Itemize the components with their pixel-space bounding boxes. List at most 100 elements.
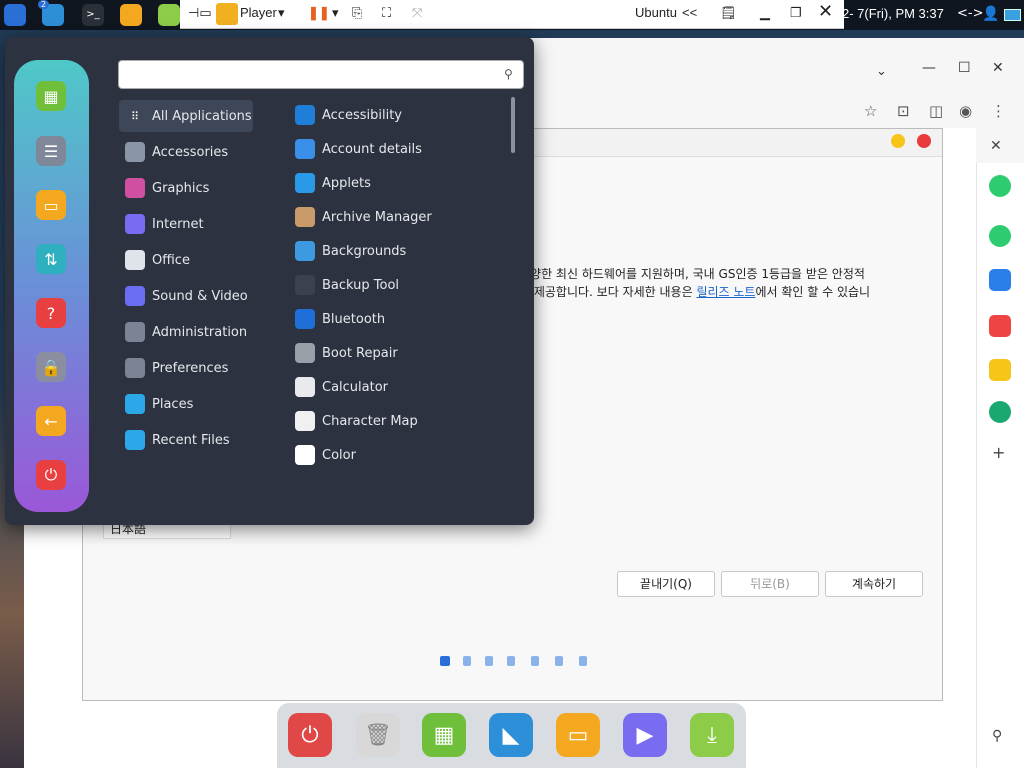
pause-icon[interactable]: ❚❚ bbox=[308, 5, 330, 21]
update-icon[interactable]: ⇅ bbox=[36, 244, 66, 274]
accessibility-icon bbox=[295, 105, 315, 125]
chevron-down-icon[interactable]: ▾ bbox=[278, 5, 285, 21]
app-item[interactable]: Boot Repair bbox=[295, 339, 505, 367]
search-input[interactable] bbox=[127, 66, 487, 85]
folder-icon[interactable] bbox=[120, 4, 142, 26]
note-icon[interactable]: 🗒 bbox=[720, 5, 737, 21]
video-player-icon[interactable]: ▶ bbox=[623, 713, 667, 757]
scrollbar[interactable] bbox=[511, 97, 515, 153]
more-icon[interactable]: ⋮ bbox=[991, 102, 1006, 120]
software-center-icon[interactable]: ▦ bbox=[422, 713, 466, 757]
terminal-icon[interactable]: >_ bbox=[82, 4, 104, 26]
add-icon[interactable]: + bbox=[992, 443, 1005, 462]
restore-icon[interactable]: ❐ bbox=[790, 5, 802, 21]
player-menu[interactable]: Player bbox=[240, 5, 277, 20]
backup-icon bbox=[295, 275, 315, 295]
network-icon[interactable]: ⎘ bbox=[352, 5, 362, 21]
chevron-down-icon[interactable]: ▾ bbox=[332, 5, 339, 21]
app-item[interactable]: Bluetooth bbox=[295, 305, 505, 333]
software-center-icon[interactable]: ▦ bbox=[36, 81, 66, 111]
vm-toolbar: ⊣▭ Player ▾ ❚❚ ▾ ⎘ ⛶ ⤧ Ubuntu << 🗒 ▁ ❐ ✕ bbox=[180, 0, 844, 29]
category-item[interactable]: Places bbox=[119, 388, 253, 420]
close-icon[interactable]: ✕ bbox=[992, 60, 1004, 76]
app-label: Character Map bbox=[322, 413, 418, 429]
boot-repair-icon bbox=[295, 343, 315, 363]
screenshot-icon[interactable]: ⊡ bbox=[897, 102, 910, 120]
download-icon[interactable] bbox=[158, 4, 180, 26]
applets-icon bbox=[295, 173, 315, 193]
continue-button[interactable]: 계속하기 bbox=[825, 571, 923, 597]
app-label: Accessibility bbox=[322, 107, 402, 123]
close-icon[interactable]: ✕ bbox=[818, 1, 833, 22]
side-app-icon[interactable] bbox=[989, 225, 1011, 247]
power-icon[interactable]: ⏻ bbox=[288, 713, 332, 757]
app-item[interactable]: Backgrounds bbox=[295, 237, 505, 265]
app-label: Applets bbox=[322, 175, 371, 191]
user-icon[interactable]: 👤 bbox=[982, 6, 999, 22]
trash-icon[interactable]: 🗑 bbox=[356, 713, 400, 757]
download-icon[interactable]: ⤓ bbox=[690, 713, 734, 757]
side-strip: + ⚲ bbox=[976, 163, 1024, 768]
bookmark-star-icon[interactable]: ☆ bbox=[864, 102, 877, 120]
app-item[interactable]: Archive Manager bbox=[295, 203, 505, 231]
app-label: Bluetooth bbox=[322, 311, 386, 327]
back-button[interactable]: 뒤로(B) bbox=[721, 571, 819, 597]
category-item[interactable]: Graphics bbox=[119, 172, 253, 204]
close-panel-icon[interactable]: ✕ bbox=[990, 138, 1002, 154]
app-item[interactable]: Applets bbox=[295, 169, 505, 197]
pin-icon[interactable]: ⊣▭ bbox=[188, 5, 212, 21]
arrows-icon[interactable]: <-> bbox=[957, 6, 983, 21]
app-icon[interactable]: ◣ bbox=[489, 713, 533, 757]
minimize-icon[interactable]: ▁ bbox=[760, 5, 770, 21]
category-item[interactable]: Administration bbox=[119, 316, 253, 348]
help-icon[interactable]: ? bbox=[36, 298, 66, 328]
search-box[interactable]: ⚲ bbox=[118, 60, 524, 89]
release-notes-link[interactable]: 릴리즈 노트 bbox=[696, 285, 755, 299]
pin-icon[interactable]: ⚲ bbox=[992, 728, 1002, 744]
search-icon: ⚲ bbox=[504, 67, 513, 81]
app-item[interactable]: Accessibility bbox=[295, 101, 505, 129]
folder-icon[interactable]: ▭ bbox=[36, 190, 66, 220]
settings-icon[interactable]: ☰ bbox=[36, 136, 66, 166]
profile-icon[interactable]: ◉ bbox=[959, 102, 972, 120]
side-app-icon[interactable] bbox=[989, 315, 1011, 337]
minimize-icon[interactable]: — bbox=[922, 60, 936, 76]
folder-icon[interactable]: ▭ bbox=[556, 713, 600, 757]
side-app-icon[interactable] bbox=[989, 359, 1011, 381]
category-item[interactable]: Office bbox=[119, 244, 253, 276]
app-icon[interactable]: 2 bbox=[38, 0, 64, 26]
maximize-icon[interactable]: ☐ bbox=[958, 60, 971, 76]
category-item[interactable]: Recent Files bbox=[119, 424, 253, 456]
start-menu-icon[interactable] bbox=[4, 4, 26, 26]
screen-icon[interactable] bbox=[1004, 9, 1021, 21]
logout-icon[interactable]: ← bbox=[36, 406, 66, 436]
sidebar-icon[interactable]: ◫ bbox=[929, 102, 943, 120]
app-item[interactable]: Account details bbox=[295, 135, 505, 163]
app-item[interactable]: Character Map bbox=[295, 407, 505, 435]
power-icon[interactable]: ⏻ bbox=[36, 460, 66, 490]
collapse-icon[interactable]: << bbox=[682, 5, 697, 20]
category-item[interactable]: Internet bbox=[119, 208, 253, 240]
lock-icon[interactable]: 🔒 bbox=[36, 352, 66, 382]
quit-button[interactable]: 끝내기(Q) bbox=[617, 571, 715, 597]
unity-icon[interactable]: ⤧ bbox=[412, 5, 422, 21]
minimize-icon[interactable] bbox=[891, 134, 905, 148]
app-item[interactable]: Color bbox=[295, 441, 505, 469]
app-item[interactable]: Calculator bbox=[295, 373, 505, 401]
preferences-icon bbox=[125, 358, 145, 378]
side-app-icon[interactable] bbox=[989, 269, 1011, 291]
fit-screen-icon[interactable]: ⛶ bbox=[382, 5, 391, 21]
close-icon[interactable] bbox=[917, 134, 931, 148]
category-item[interactable]: Accessories bbox=[119, 136, 253, 168]
app-item[interactable]: Backup Tool bbox=[295, 271, 505, 299]
character-map-icon bbox=[295, 411, 315, 431]
side-app-icon[interactable] bbox=[989, 175, 1011, 197]
app-label: Archive Manager bbox=[322, 209, 432, 225]
side-app-icon[interactable] bbox=[989, 401, 1011, 423]
category-item[interactable]: ⠿ All Applications bbox=[119, 100, 253, 132]
panel-clock[interactable]: 2- 7(Fri), PM 3:37 bbox=[842, 6, 944, 21]
chevron-down-icon[interactable]: ⌄ bbox=[876, 64, 887, 79]
category-item[interactable]: Sound & Video bbox=[119, 280, 253, 312]
category-item[interactable]: Preferences bbox=[119, 352, 253, 384]
progress-step bbox=[507, 656, 515, 666]
